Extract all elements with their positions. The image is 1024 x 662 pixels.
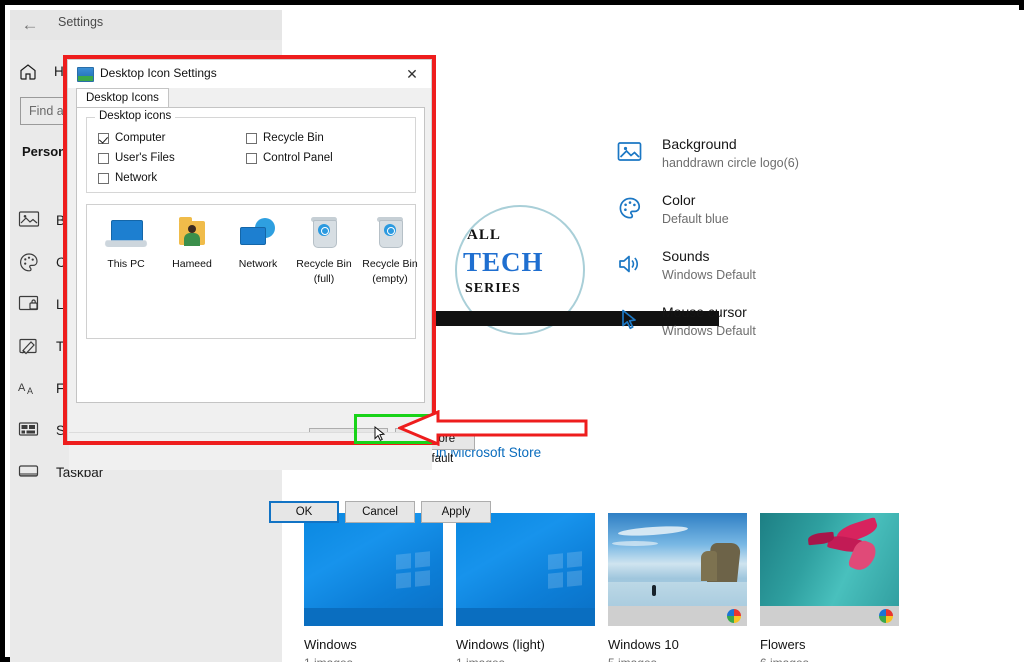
speaker-icon	[617, 252, 643, 278]
picture-icon	[18, 210, 40, 230]
setting-row-sounds[interactable]: Sounds Windows Default	[617, 248, 947, 294]
svg-text:A: A	[18, 382, 26, 394]
lock-screen-icon	[18, 294, 40, 314]
setting-row-background[interactable]: Background handdrawn circle logo(6)	[617, 136, 947, 182]
screenshot-frame: ← Settings Home Find a Personal Bac	[0, 0, 1024, 662]
watermark-line1: ALL	[467, 227, 501, 243]
theme-count: 1 images	[456, 656, 595, 662]
theme-card[interactable]: Windows (light) 1 images	[456, 513, 595, 662]
theme-card[interactable]: Flowers 6 images	[760, 513, 899, 662]
theme-name: Windows	[304, 637, 357, 652]
setting-value: Default blue	[662, 212, 729, 226]
theme-thumbnail	[760, 513, 899, 626]
theme-card[interactable]: Windows 10 5 images	[608, 513, 747, 662]
setting-value: handdrawn circle logo(6)	[662, 156, 799, 170]
theme-thumbnail	[456, 513, 595, 626]
watermark-line2: TECH	[463, 247, 583, 278]
theme-art-windows-light	[456, 513, 595, 626]
theme-card[interactable]: Windows 1 images	[304, 513, 443, 662]
ok-button[interactable]: OK	[269, 501, 339, 523]
setting-row-color[interactable]: Color Default blue	[617, 192, 947, 238]
cursor-icon	[617, 308, 643, 334]
watermark-line2-text: TECH	[463, 247, 544, 277]
watermark-line3: SERIES	[465, 281, 521, 296]
fonts-icon: AA	[18, 378, 40, 398]
theme-thumbnail	[304, 513, 443, 626]
setting-row-mouse-cursor[interactable]: Mouse cursor Windows Default	[617, 304, 947, 350]
setting-title: Sounds	[662, 248, 710, 264]
setting-value: Windows Default	[662, 268, 756, 282]
home-icon	[18, 61, 38, 81]
theme-name: Windows 10	[608, 637, 679, 652]
theme-count: 5 images	[608, 656, 747, 662]
theme-count: 1 images	[304, 656, 443, 662]
back-arrow-icon[interactable]: ←	[18, 14, 42, 36]
picture-icon	[617, 140, 643, 166]
theme-art-windows	[304, 513, 443, 626]
theme-count: 6 images	[760, 656, 899, 662]
setting-value: Windows Default	[662, 324, 756, 338]
watermark-logo: ALL TECH SERIES	[407, 205, 719, 335]
setting-title: Mouse cursor	[662, 304, 747, 320]
start-icon	[18, 420, 40, 440]
color-wheel-icon	[879, 609, 893, 623]
settings-titlebar-left	[10, 10, 282, 40]
setting-title: Color	[662, 192, 696, 208]
apply-button[interactable]: Apply	[421, 501, 491, 523]
window-title: Settings	[58, 15, 104, 29]
palette-icon	[18, 252, 40, 272]
svg-text:A: A	[27, 386, 33, 396]
theme-name: Flowers	[760, 637, 806, 652]
theme-name: Windows (light)	[456, 637, 545, 652]
mouse-cursor-icon	[374, 425, 386, 444]
taskbar-icon	[18, 462, 40, 482]
cancel-button[interactable]: Cancel	[345, 501, 415, 523]
color-wheel-icon	[727, 609, 741, 623]
brush-icon	[18, 336, 40, 356]
theme-thumbnail	[608, 513, 747, 626]
palette-icon	[617, 196, 643, 222]
dialog-highlight-annotation	[63, 55, 436, 445]
setting-title: Background	[662, 136, 737, 152]
red-arrow-annotation	[396, 409, 588, 447]
